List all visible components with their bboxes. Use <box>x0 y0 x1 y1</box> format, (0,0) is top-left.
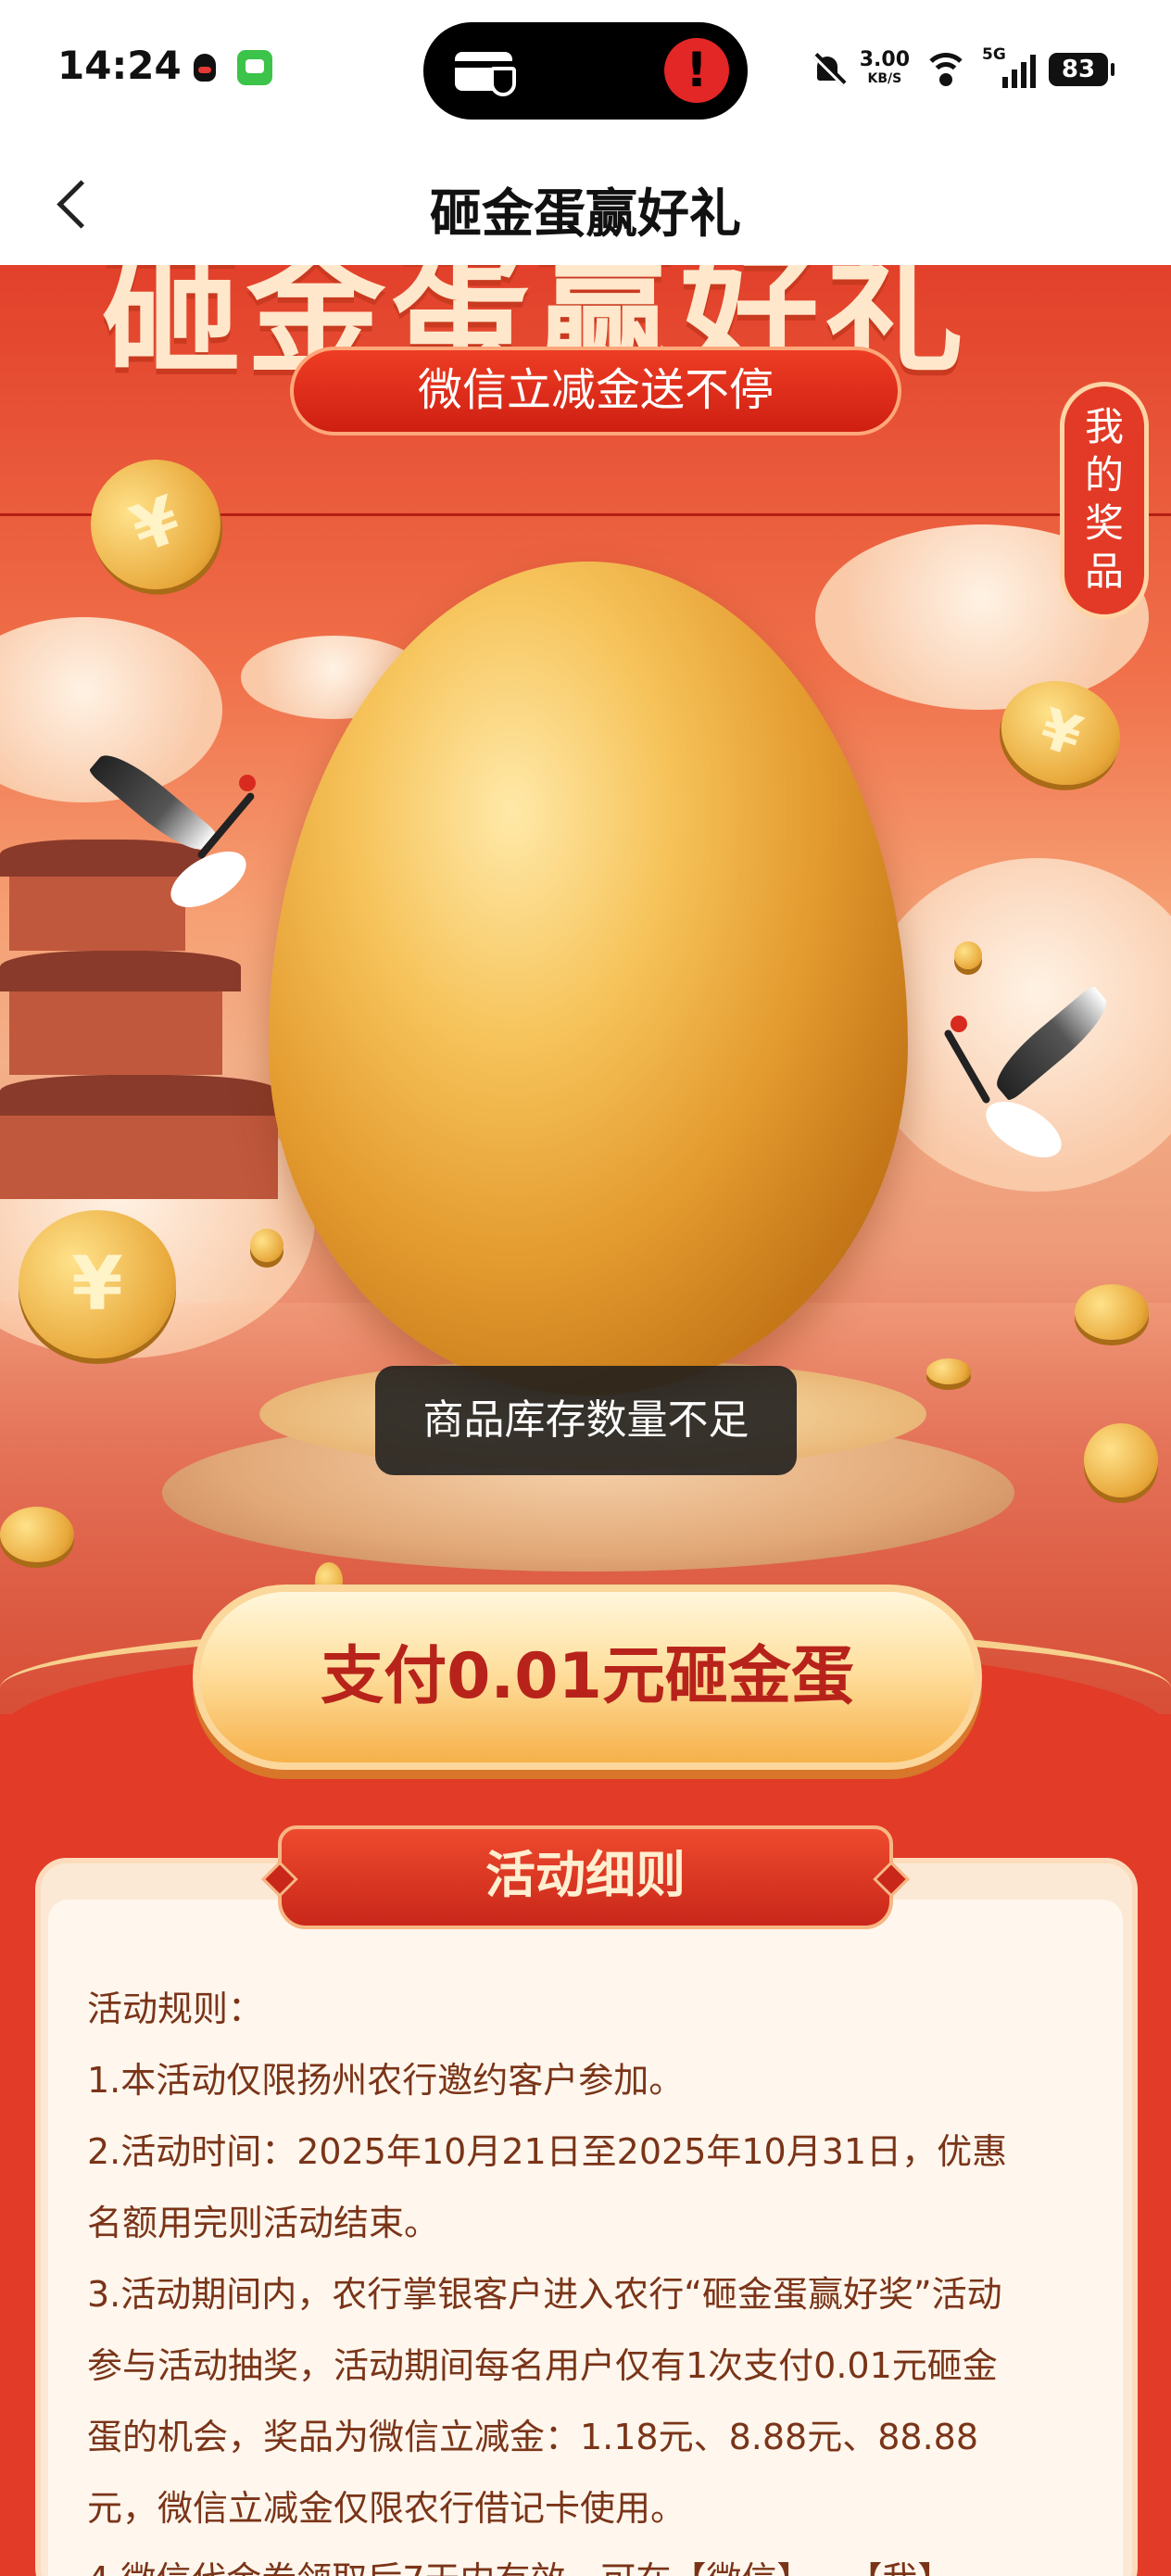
rules-line: 名额用完则活动结束。 <box>87 2203 440 2243</box>
rules-line: 活动规则： <box>87 1989 264 2029</box>
status-bar: 14:24 ! 3.00 KB/S 5G 83 <box>0 0 1171 139</box>
network-type: 5G <box>982 45 1006 64</box>
coin-icon <box>1075 1284 1149 1340</box>
hero-banner: 砸金蛋赢好礼 ¥ ¥ ¥ 微信立减金送不停 <box>0 265 1171 1714</box>
status-time: 14:24 <box>57 43 182 88</box>
rules-line: 2.活动时间：2025年10月21日至2025年10月31日，优惠 <box>87 2131 1008 2172</box>
rules-line: 3.活动期间内，农行掌银客户进入农行“砸金蛋赢好奖”活动 <box>87 2274 1002 2315</box>
rules-line: 1.本活动仅限扬州农行邀约客户参加。 <box>87 2060 685 2101</box>
net-speed-value: 3.00 <box>859 48 910 71</box>
crane <box>926 984 1130 1266</box>
card-shield-icon <box>455 44 520 96</box>
nav-bar: 砸金蛋赢好礼 <box>0 139 1171 265</box>
rules-line: 参与活动抽奖，活动期间每名用户仅有1次支付0.01元砸金 <box>87 2345 998 2386</box>
my-prizes-button[interactable]: 我的奖品 <box>1060 382 1149 619</box>
wifi-icon <box>923 51 969 88</box>
rules-line: 4.微信代金券领取后7天内有效，可在【微信】－【我】－ <box>87 2544 1106 2576</box>
coin-icon <box>250 1229 283 1262</box>
qq-icon <box>187 50 222 85</box>
mute-icon <box>810 51 847 88</box>
coin-icon <box>0 1507 74 1562</box>
coin-icon <box>1084 1423 1158 1497</box>
signal-icon: 5G <box>982 45 1036 88</box>
rules-line: 元，微信立减金仅限农行借记卡使用。 <box>87 2488 686 2529</box>
toast-message: 商品库存数量不足 <box>375 1366 797 1475</box>
rules-text: 活动规则： 1.本活动仅限扬州农行邀约客户参加。 2.活动时间：2025年10月… <box>87 1974 1106 2576</box>
coin-icon <box>954 941 982 969</box>
coin-icon <box>926 1358 971 1384</box>
subtitle-pill: 微信立减金送不停 <box>290 347 901 436</box>
crane <box>83 743 269 1025</box>
alert-icon: ! <box>664 38 729 103</box>
net-speed: 3.00 KB/S <box>859 48 910 88</box>
message-icon <box>237 50 272 85</box>
rules-banner: 活动细则 <box>278 1825 893 1929</box>
coin-icon: ¥ <box>72 441 239 608</box>
page-title: 砸金蛋赢好礼 <box>430 184 741 245</box>
coin-icon: ¥ <box>19 1210 176 1358</box>
dynamic-island[interactable]: ! <box>423 22 748 120</box>
net-speed-unit: KB/S <box>867 71 902 86</box>
rules-line: 蛋的机会，奖品为微信立减金：1.18元、8.88元、88.88 <box>87 2417 979 2457</box>
pay-button[interactable]: 支付0.01元砸金蛋 <box>193 1585 982 1770</box>
battery-icon: 83 <box>1049 53 1114 86</box>
